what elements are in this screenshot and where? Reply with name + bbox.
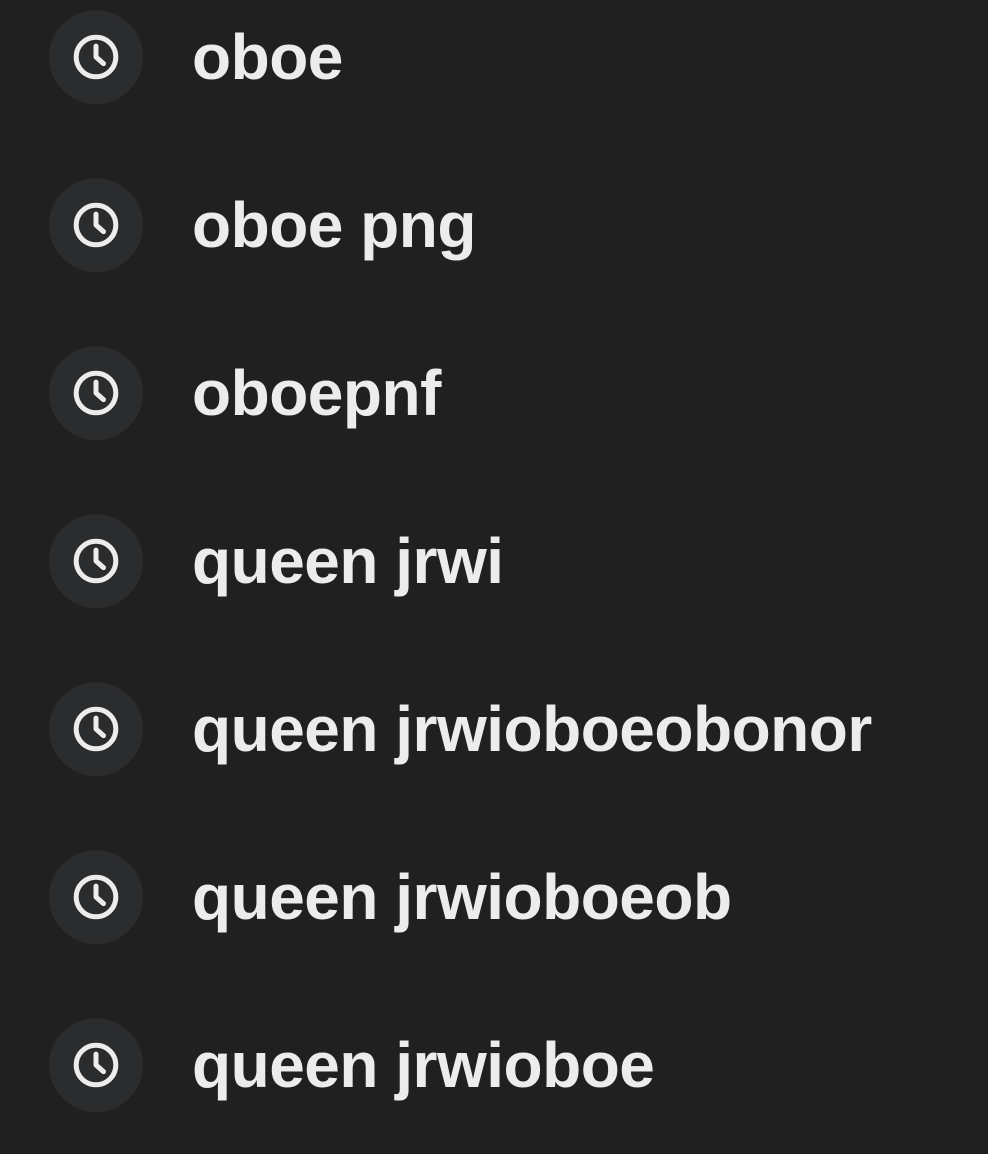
- history-item[interactable]: queen jrwioboe: [0, 981, 988, 1149]
- history-item[interactable]: queen jrwi: [0, 477, 988, 645]
- clock-icon: [49, 682, 143, 776]
- clock-icon: [49, 10, 143, 104]
- clock-icon: [49, 514, 143, 608]
- clock-icon: [49, 1018, 143, 1112]
- history-item-label: oboepnf: [192, 357, 441, 429]
- clock-icon: [49, 346, 143, 440]
- history-item[interactable]: queen jrwioboeobonor: [0, 645, 988, 813]
- clock-icon: [49, 178, 143, 272]
- search-history-list: oboe oboe png oboepnf queen jrwi queen j…: [0, 0, 988, 1154]
- history-item[interactable]: oboe png: [0, 141, 988, 309]
- history-item-label: queen jrwi: [192, 525, 504, 597]
- history-item[interactable]: oboepnf: [0, 309, 988, 477]
- history-item[interactable]: oboe: [0, 0, 988, 141]
- history-item-label: oboe png: [192, 189, 476, 261]
- history-item[interactable]: queen jrwioboeob: [0, 813, 988, 981]
- history-item-label: queen jrwioboe: [192, 1029, 655, 1101]
- history-item-label: oboe: [192, 21, 343, 93]
- history-item-label: queen jrwioboeobonor: [192, 693, 872, 765]
- history-item-label: queen jrwioboeob: [192, 861, 732, 933]
- clock-icon: [49, 850, 143, 944]
